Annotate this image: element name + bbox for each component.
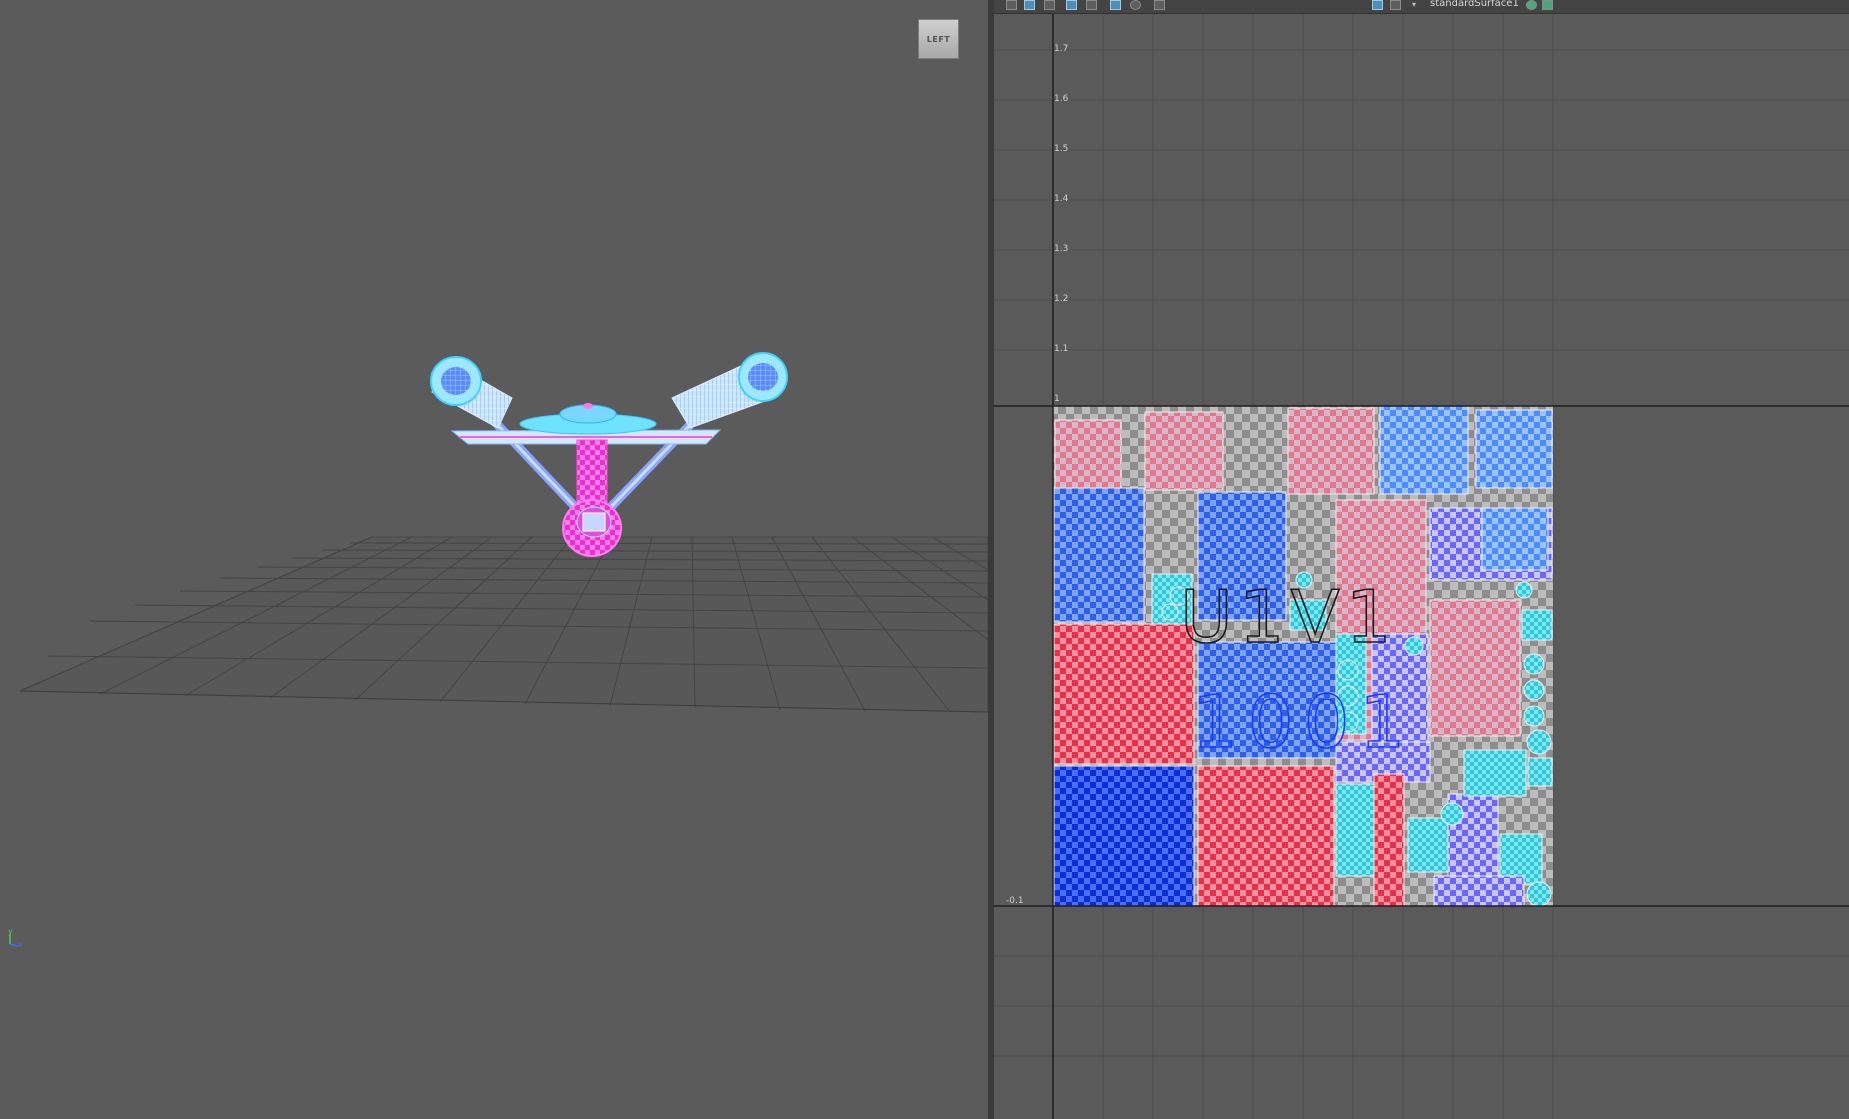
checker-icon[interactable] (1372, 0, 1383, 10)
settings-icon[interactable] (1542, 0, 1553, 10)
uv-canvas[interactable]: U1V1 1001 (994, 14, 1849, 1119)
ground-grid (19, 536, 988, 713)
uv-editor-panel[interactable]: ▾ standardSurface1 U1V1 1001 1.7 1.6 1.5… (994, 0, 1849, 1119)
wireframe-icon[interactable] (1086, 0, 1097, 10)
tick-label: 1 (1054, 394, 1060, 404)
tick-label: 1.5 (1054, 144, 1069, 154)
tile-icon[interactable] (1110, 0, 1121, 10)
tick-label: 1.6 (1054, 94, 1069, 104)
uv-toolbar: ▾ standardSurface1 (994, 0, 1849, 14)
tick-label: 1.4 (1054, 194, 1069, 204)
tick-label: 1.1 (1054, 344, 1069, 354)
tile-label-number: 1001 (1192, 680, 1415, 764)
uv-tile-1001[interactable]: U1V1 1001 (1053, 405, 1553, 907)
axis-x-label: x (18, 940, 23, 949)
engineering-hull[interactable] (562, 499, 622, 557)
dropdown-icon[interactable]: ▾ (1412, 0, 1416, 9)
view-cube[interactable]: LEFT (918, 19, 959, 59)
grid-icon[interactable] (1006, 0, 1017, 10)
texture-icon[interactable] (1044, 0, 1055, 10)
scene-canvas[interactable] (0, 0, 988, 1119)
tick-label: -0.1 (1006, 896, 1024, 906)
right-nacelle[interactable] (671, 352, 788, 429)
left-nacelle[interactable] (430, 356, 513, 429)
tick-label: 1.7 (1054, 44, 1069, 54)
perspective-viewport[interactable]: LEFT y x (0, 0, 988, 1119)
checker-map-icon[interactable] (1390, 0, 1401, 10)
image-display-icon[interactable] (1024, 0, 1035, 10)
starship-model[interactable] (430, 352, 788, 557)
axis-gizmo: y x (8, 927, 23, 949)
snapshot-icon[interactable] (1154, 0, 1165, 10)
shader-icon[interactable] (1526, 0, 1537, 10)
shader-name-field[interactable]: standardSurface1 (1430, 0, 1519, 9)
tile-label-uv: U1V1 (1180, 575, 1398, 659)
tick-label: 1.3 (1054, 244, 1069, 254)
sphere-icon[interactable] (1130, 0, 1141, 10)
axis-y-label: y (8, 927, 13, 936)
shaded-icon[interactable] (1066, 0, 1077, 10)
tick-label: 1.2 (1054, 294, 1069, 304)
